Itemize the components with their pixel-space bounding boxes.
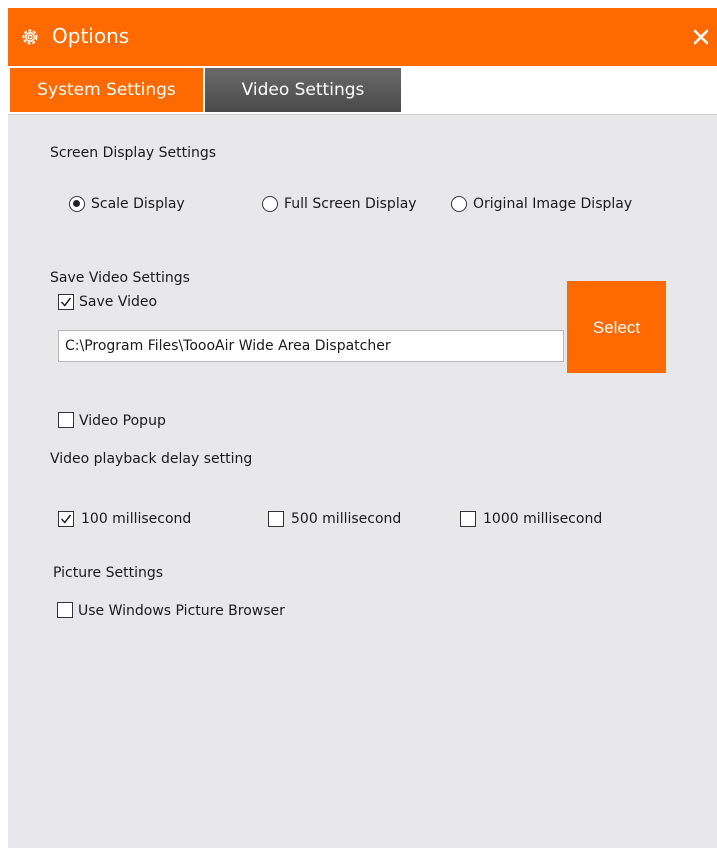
tab-bar: System Settings Video Settings [8,66,717,114]
delay-1000-label[interactable]: 1000 millisecond [483,510,602,528]
checkmark-icon [60,514,72,524]
delay-500-label[interactable]: 500 millisecond [291,510,401,528]
select-button[interactable]: Select [567,281,666,373]
full-screen-display-label[interactable]: Full Screen Display [284,195,417,213]
save-video-heading: Save Video Settings [50,270,190,286]
save-video-label[interactable]: Save Video [79,293,157,311]
picture-browser-checkbox[interactable] [57,602,73,618]
delay-1000-checkbox[interactable] [460,511,476,527]
delay-100-checkbox[interactable] [58,511,74,527]
picture-settings-heading: Picture Settings [53,565,164,581]
save-path-input[interactable] [58,330,564,362]
save-video-checkbox[interactable] [58,294,74,310]
video-popup-checkbox[interactable] [58,412,74,428]
original-image-display-radio[interactable] [451,196,467,212]
title-bar[interactable]: Options [8,8,717,66]
original-image-display-label[interactable]: Original Image Display [473,195,632,213]
screen-display-heading: Screen Display Settings [50,145,217,161]
picture-browser-label[interactable]: Use Windows Picture Browser [78,602,285,620]
scale-display-label[interactable]: Scale Display [91,195,185,213]
window-title: Options [52,24,130,48]
scale-display-radio[interactable] [69,196,85,212]
tab-video-settings[interactable]: Video Settings [205,68,401,112]
gear-icon [22,29,38,45]
checkmark-icon [60,297,72,307]
system-settings-panel: Screen Display Settings Scale Display Fu… [8,114,717,848]
options-dialog: Options System Settings Video Settings S… [8,8,717,848]
full-screen-display-radio[interactable] [262,196,278,212]
delay-500-checkbox[interactable] [268,511,284,527]
playback-delay-heading: Video playback delay setting [50,451,253,467]
close-icon[interactable] [691,27,711,47]
tab-system-settings[interactable]: System Settings [10,68,203,112]
delay-100-label[interactable]: 100 millisecond [81,510,191,528]
video-popup-label[interactable]: Video Popup [79,412,166,430]
